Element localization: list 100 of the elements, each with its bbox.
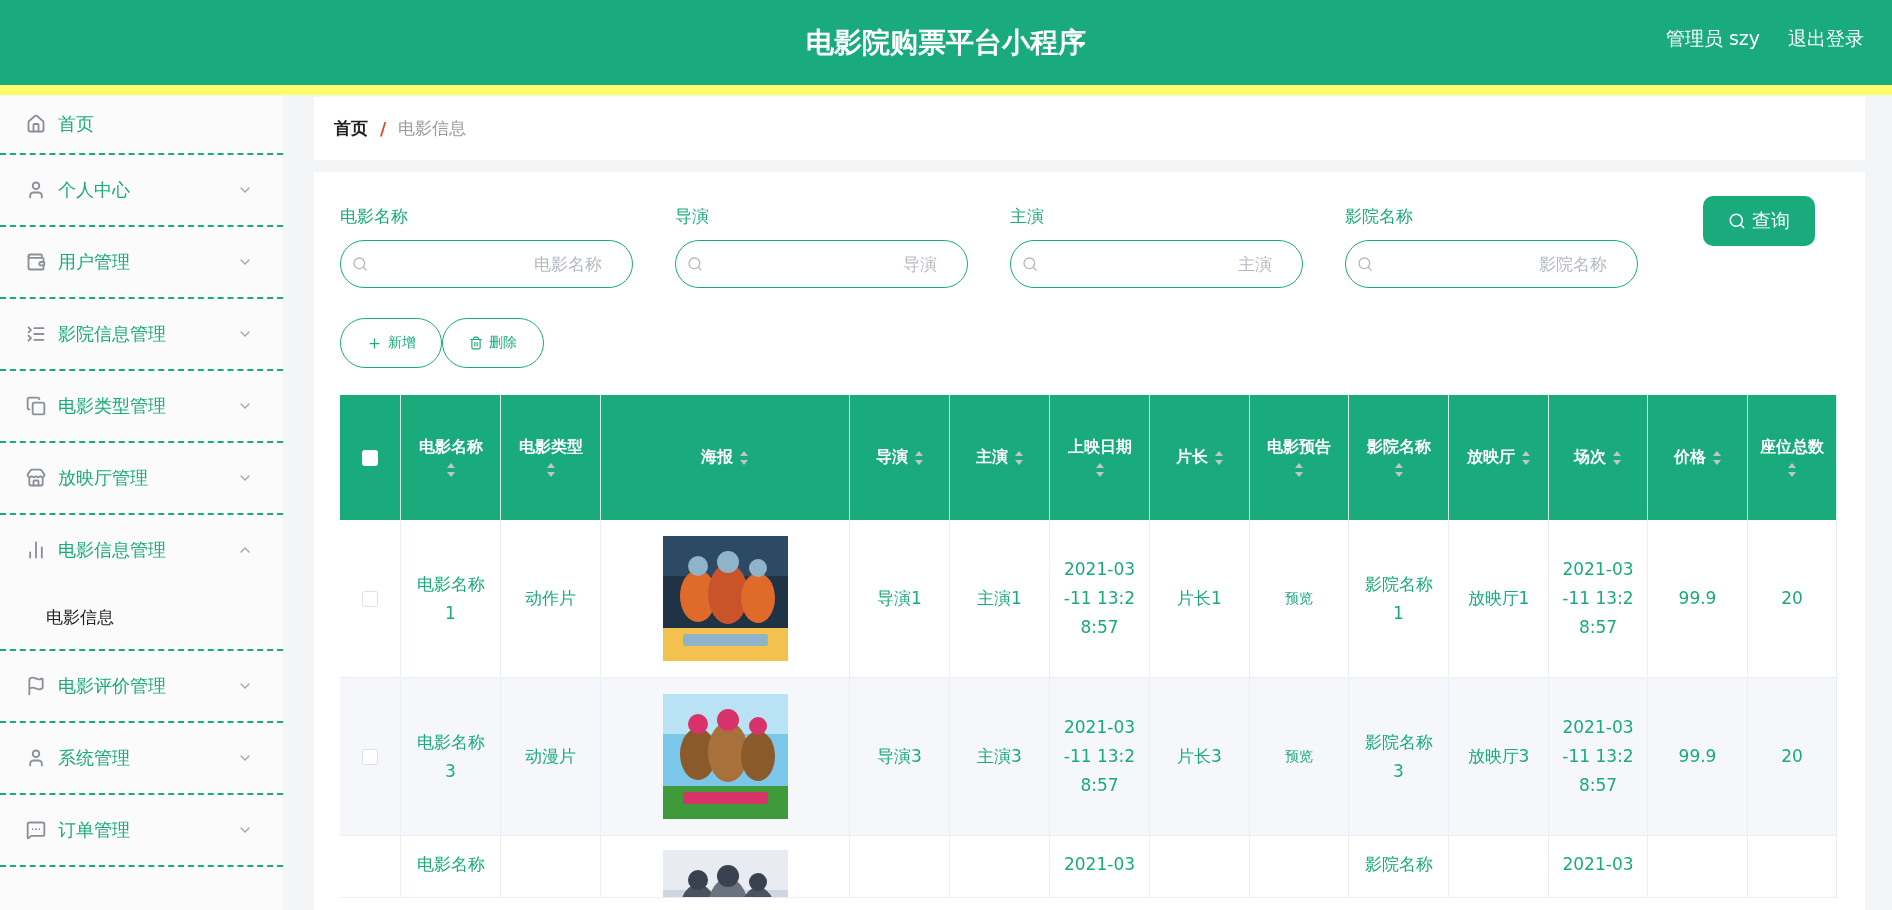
sidebar-item[interactable]: 影院信息管理 <box>0 299 283 369</box>
column-header[interactable]: 座位总数 <box>1748 395 1837 520</box>
sidebar-item[interactable]: 电影类型管理 <box>0 371 283 441</box>
sidebar-label: 订单管理 <box>58 818 131 842</box>
sort-icon[interactable] <box>739 449 749 466</box>
column-title: 片长 <box>1175 447 1208 468</box>
preview-link[interactable]: 预览 <box>1285 584 1313 613</box>
column-title: 电影预告 <box>1267 437 1331 458</box>
search-icon <box>1022 256 1038 272</box>
admin-user[interactable]: 管理员 szy <box>1665 26 1760 52</box>
column-header[interactable]: 海报 <box>601 395 850 520</box>
cell-text: 99.9 <box>1678 587 1717 610</box>
sort-icon[interactable] <box>1013 449 1024 466</box>
field-label: 影院名称 <box>1345 205 1414 228</box>
column-header[interactable]: 导演 <box>850 395 950 520</box>
search-field[interactable]: 影院名称 <box>1345 240 1638 288</box>
cell-text: 2021-03 <box>1064 853 1135 876</box>
column-title: 电影类型 <box>518 437 583 458</box>
sort-icon[interactable] <box>1213 449 1224 466</box>
sidebar-label: 电影类型管理 <box>58 394 167 418</box>
sort-icon[interactable] <box>913 449 924 466</box>
preview-link[interactable]: 预览 <box>1285 742 1313 771</box>
column-header[interactable]: 电影预告 <box>1250 395 1349 520</box>
cell-text: 2021-03 <box>1562 853 1634 876</box>
cell-text: 放映厅3 <box>1467 745 1530 768</box>
sidebar-item[interactable]: 系统管理 <box>0 723 283 793</box>
query-button[interactable]: 查询 <box>1703 196 1815 246</box>
cell-text: 20 <box>1781 587 1803 610</box>
delete-button[interactable]: 删除 <box>442 318 544 368</box>
sort-icon[interactable] <box>1094 462 1105 478</box>
plus-icon <box>366 335 382 351</box>
message-icon <box>26 820 46 840</box>
column-header[interactable]: 电影名称 <box>401 395 501 520</box>
sidebar-label: 放映厅管理 <box>58 466 149 490</box>
sidebar-item[interactable]: 放映厅管理 <box>0 443 283 513</box>
sort-icon[interactable] <box>1294 462 1304 478</box>
sort-icon[interactable] <box>445 462 456 478</box>
cell-text: 主演3 <box>977 745 1022 768</box>
sidebar-label: 用户管理 <box>58 250 131 274</box>
cell-text: 20 <box>1781 745 1803 768</box>
cell-text: 导演3 <box>877 745 922 768</box>
sort-icon[interactable] <box>1393 462 1404 478</box>
sidebar-label: 影院信息管理 <box>58 322 167 346</box>
sort-icon[interactable] <box>1520 449 1531 466</box>
trash-icon <box>469 336 483 350</box>
app-title: 电影院购票平台小程序 <box>806 24 1086 61</box>
cell-text: 导演1 <box>877 587 922 610</box>
column-header[interactable]: 电影类型 <box>501 395 601 520</box>
column-header[interactable]: 场次 <box>1549 395 1648 520</box>
user-icon <box>26 180 46 200</box>
search-field[interactable]: 主演 <box>1010 240 1303 288</box>
column-header[interactable]: 放映厅 <box>1449 395 1549 520</box>
sort-icon[interactable] <box>1612 449 1622 466</box>
cell-text: 电影名称1 <box>415 572 486 625</box>
column-header[interactable]: 片长 <box>1150 395 1250 520</box>
row-checkbox[interactable] <box>362 590 378 607</box>
cell-text: 影院名称 <box>1364 853 1433 876</box>
logout-link[interactable]: 退出登录 <box>1788 26 1864 52</box>
sidebar-item[interactable]: 电影评价管理 <box>0 651 283 721</box>
field-label: 主演 <box>1010 205 1045 228</box>
row-checkbox[interactable] <box>362 748 378 765</box>
breadcrumb-separator: / <box>380 118 387 139</box>
sidebar-item[interactable]: 个人中心 <box>0 155 283 225</box>
wallet-icon <box>26 252 46 272</box>
cell-text: 动作片 <box>525 587 576 610</box>
column-title: 影院名称 <box>1366 437 1431 458</box>
sidebar-label: 个人中心 <box>58 178 131 202</box>
sidebar-item[interactable]: 电影信息管理 <box>0 515 283 585</box>
sidebar-item[interactable]: 订单管理 <box>0 795 283 865</box>
column-header[interactable]: 主演 <box>950 395 1050 520</box>
select-all-checkbox[interactable] <box>362 449 378 466</box>
column-header[interactable]: 影院名称 <box>1349 395 1449 520</box>
sort-icon[interactable] <box>1711 449 1722 466</box>
search-icon <box>1357 256 1373 272</box>
cell-text: 2021-03-11 13:28:57 <box>1062 558 1137 639</box>
cell-text: 电影名称3 <box>415 730 486 783</box>
user-icon <box>26 748 46 768</box>
add-button[interactable]: 新增 <box>340 318 442 368</box>
sidebar-item[interactable]: 用户管理 <box>0 227 283 297</box>
cell-text: 片长1 <box>1177 587 1222 610</box>
cell-text: 2021-03-11 13:28:57 <box>1062 716 1137 797</box>
column-title: 主演 <box>975 447 1008 468</box>
search-field[interactable]: 电影名称 <box>340 240 633 288</box>
search-field[interactable]: 导演 <box>675 240 968 288</box>
cell-text: 片长3 <box>1177 745 1222 768</box>
cell-text: 主演1 <box>977 587 1022 610</box>
sidebar-item[interactable]: 首页 <box>0 95 283 153</box>
breadcrumb-item[interactable]: 首页 <box>334 117 368 140</box>
column-title: 场次 <box>1574 447 1606 468</box>
sort-icon[interactable] <box>1787 462 1797 478</box>
column-title: 电影名称 <box>418 437 483 458</box>
store-icon <box>26 468 46 488</box>
column-header[interactable]: 价格 <box>1648 395 1748 520</box>
cell-text: 影院名称3 <box>1363 730 1434 783</box>
sort-icon[interactable] <box>545 462 556 478</box>
submenu-item[interactable]: 电影信息 <box>0 585 283 649</box>
field-label: 导演 <box>675 205 710 228</box>
sidebar-label: 系统管理 <box>58 746 131 770</box>
column-header[interactable]: 上映日期 <box>1050 395 1150 520</box>
cell-text: 2021-03-11 13:28:57 <box>1561 558 1635 639</box>
